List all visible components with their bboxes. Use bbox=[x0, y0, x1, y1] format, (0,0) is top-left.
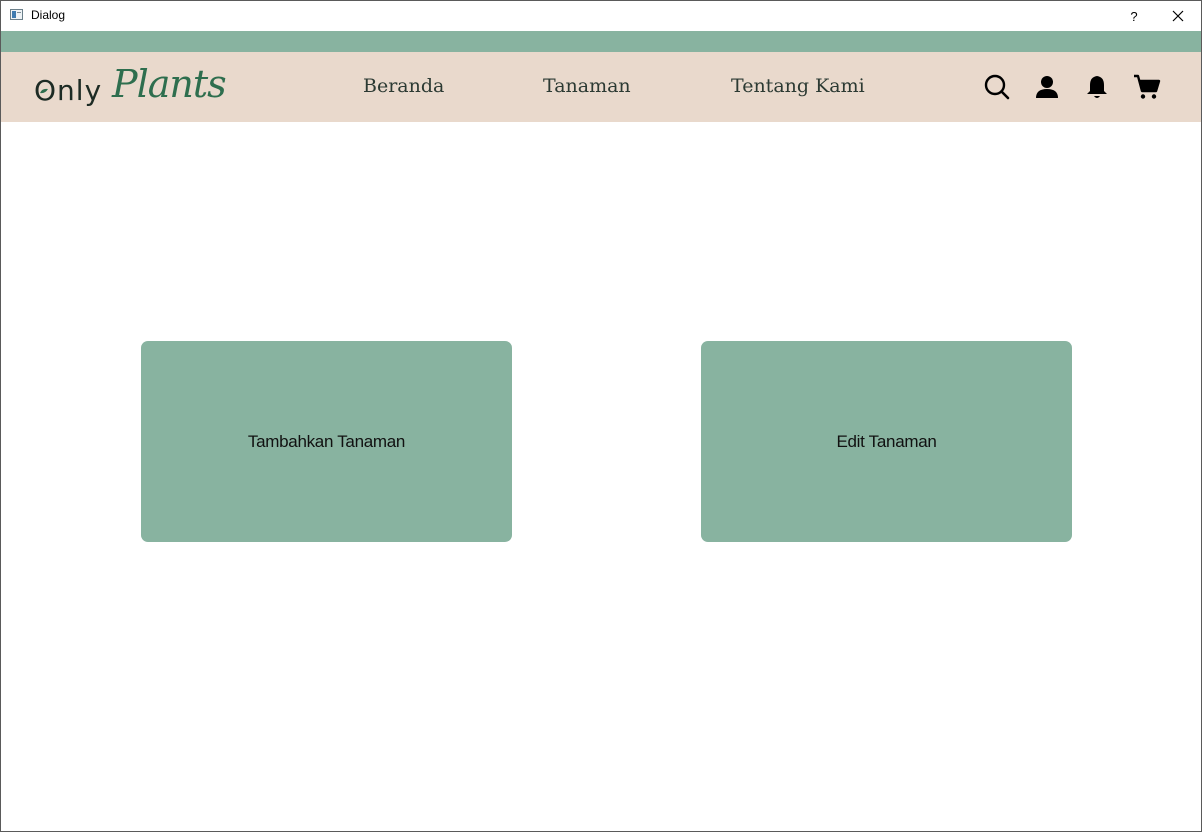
logo[interactable]: Only Plants bbox=[34, 62, 227, 112]
help-button[interactable]: ? bbox=[1111, 1, 1157, 31]
add-plant-label: Tambahkan Tanaman bbox=[247, 431, 406, 451]
nav-link-beranda[interactable]: Beranda bbox=[363, 75, 444, 97]
notifications-button[interactable] bbox=[1082, 72, 1112, 102]
edit-plant-label: Edit Tanaman bbox=[836, 431, 937, 451]
leaf-icon bbox=[40, 88, 48, 94]
profile-button[interactable] bbox=[1032, 72, 1062, 102]
top-accent-strip bbox=[1, 31, 1201, 52]
window-title: Dialog bbox=[31, 8, 66, 22]
cart-icon bbox=[1134, 74, 1161, 99]
cart-button[interactable] bbox=[1132, 72, 1162, 102]
add-plant-button[interactable]: Tambahkan Tanaman bbox=[141, 341, 512, 542]
logo-text-plants: Plants bbox=[112, 62, 227, 106]
search-icon bbox=[984, 74, 1010, 100]
navbar: Only Plants Beranda Tanaman Tentang Kami bbox=[1, 52, 1201, 122]
nav-link-tanaman[interactable]: Tanaman bbox=[543, 75, 631, 97]
dialog-window: Dialog ? Only Plants Beranda Tanaman Ten… bbox=[0, 0, 1202, 832]
app-icon bbox=[10, 9, 23, 20]
close-button[interactable] bbox=[1155, 1, 1201, 31]
bell-icon bbox=[1087, 76, 1107, 98]
nav-link-tentang-kami[interactable]: Tentang Kami bbox=[731, 75, 865, 97]
title-bar: Dialog ? bbox=[1, 1, 1201, 31]
edit-plant-button[interactable]: Edit Tanaman bbox=[701, 341, 1072, 542]
user-icon bbox=[1036, 76, 1058, 98]
search-button[interactable] bbox=[982, 72, 1012, 102]
close-icon bbox=[1172, 10, 1184, 22]
